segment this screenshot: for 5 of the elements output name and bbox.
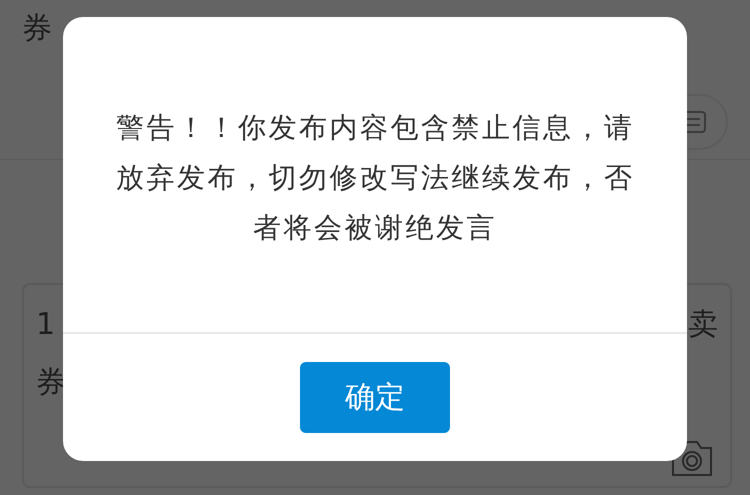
- text-area-text: 卖: [688, 307, 718, 343]
- text-area-text: 1: [36, 307, 56, 343]
- heading-text: 券: [22, 14, 52, 48]
- text-area-text: 券: [36, 365, 66, 401]
- warning-message: 警告！！你发布内容包含禁止信息，请放弃发布，切勿修改写法继续发布，否者将会被谢绝发言: [114, 110, 636, 246]
